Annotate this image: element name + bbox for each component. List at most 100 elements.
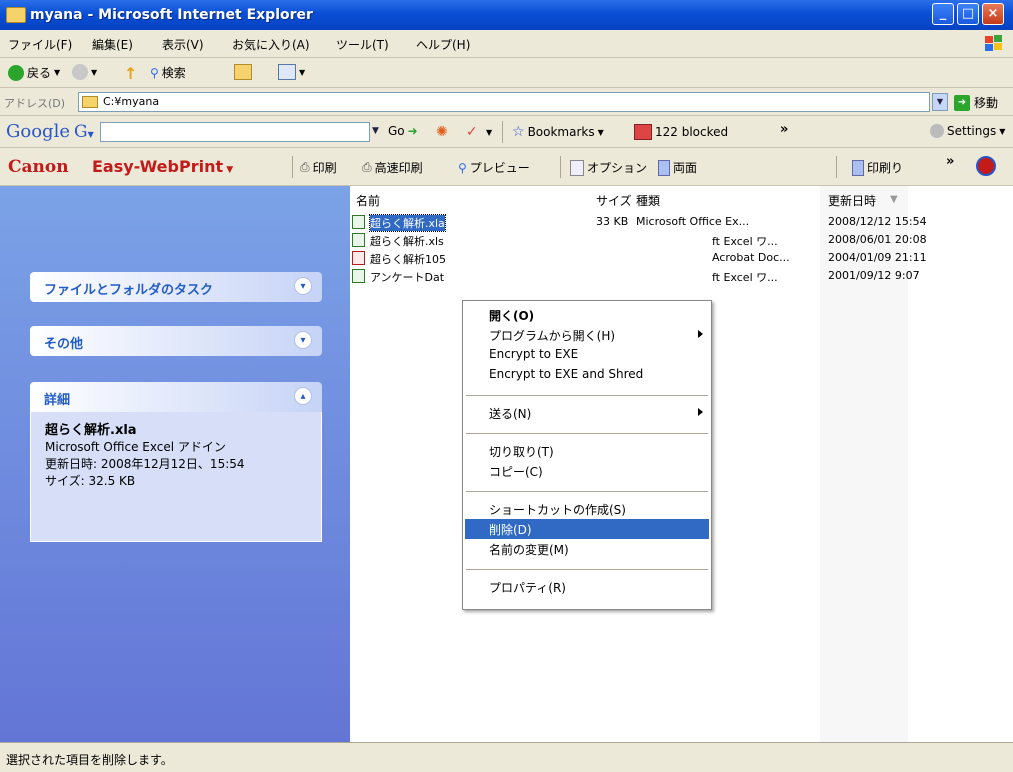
spellcheck-icon[interactable]: ✓ — [466, 124, 478, 140]
settings-button[interactable]: Settings ▼ — [930, 124, 1005, 138]
up-folder-button[interactable]: ↑ — [124, 64, 137, 83]
menu-tools[interactable]: ツール(T) — [336, 36, 389, 53]
print-trim-label: 印刷り — [867, 161, 904, 175]
other-places-header[interactable]: その他 ▾ — [30, 326, 322, 356]
print-trim-button[interactable]: 印刷り — [852, 159, 903, 176]
title-bar[interactable]: myana - Microsoft Internet Explorer _ □ … — [0, 0, 1013, 30]
menu-item-rename[interactable]: 名前の変更(M) — [465, 539, 709, 559]
menu-help[interactable]: ヘルプ(H) — [416, 36, 470, 53]
menu-item-open[interactable]: 開く(O) — [465, 305, 709, 325]
fast-print-label: 高速印刷 — [374, 161, 423, 175]
forward-button[interactable]: ▼ — [72, 64, 97, 80]
easy-webprint-dropdown-icon: ▼ — [223, 165, 234, 175]
collapse-chevron-icon[interactable]: ▴ — [294, 387, 312, 405]
options-icon — [570, 159, 584, 176]
menu-edit[interactable]: 編集(E) — [92, 36, 133, 53]
search-button[interactable]: ⚲ 検索 — [150, 64, 186, 81]
google-search-dropdown-icon[interactable]: ▼ — [372, 126, 379, 136]
column-header-name[interactable]: 名前 — [356, 192, 380, 209]
more-chevron-icon[interactable]: » — [780, 122, 788, 137]
menu-separator — [466, 433, 708, 434]
menu-separator — [466, 491, 708, 492]
standard-toolbar: 戻る ▼ ▼ ↑ ⚲ 検索 ▼ — [0, 58, 1013, 88]
file-modified: 2008/06/01 20:08 — [828, 233, 927, 246]
options-label: オプション — [587, 161, 648, 175]
menu-file[interactable]: ファイル(F) — [8, 36, 72, 53]
folders-button[interactable] — [234, 64, 252, 80]
canon-toolbar: Canon Easy-WebPrint ▼ ⎙ 印刷 ⎙ 高速印刷 ⚲ プレビュ… — [0, 148, 1013, 186]
bookmarks-button[interactable]: ☆ Bookmarks ▼ — [512, 124, 604, 140]
context-menu: 開く(O) プログラムから開く(H) Encrypt to EXE Encryp… — [462, 300, 712, 610]
easy-webprint-label: Easy-WebPrint — [92, 157, 224, 176]
popup-blocker-button[interactable]: 122 blocked — [634, 124, 728, 140]
fast-print-button[interactable]: ⎙ 高速印刷 — [362, 159, 423, 176]
file-name: 超らく解析.xla — [369, 214, 446, 232]
print-label: 印刷 — [312, 161, 337, 175]
google-go-button[interactable]: Go ➜ — [388, 124, 418, 138]
file-type: Acrobat Doc... — [712, 251, 790, 264]
menu-item-delete[interactable]: 削除(D) — [465, 519, 709, 539]
spellcheck-dropdown-icon[interactable]: ▼ — [486, 128, 492, 137]
menu-item-label: 送る(N) — [489, 407, 532, 421]
table-row[interactable]: アンケートDat ft Excel ワ... 2001/09/12 9:07 — [350, 267, 1013, 285]
expand-chevron-icon[interactable]: ▾ — [294, 331, 312, 349]
forward-arrow-icon — [72, 64, 88, 80]
google-search-input[interactable] — [100, 122, 370, 142]
menu-item-encrypt[interactable]: Encrypt to EXE — [465, 345, 709, 365]
preview-button[interactable]: ⚲ プレビュー — [458, 159, 530, 176]
table-row[interactable]: 超らく解析105 Acrobat Doc... 2004/01/09 21:11 — [350, 249, 1013, 267]
menu-item-send-to[interactable]: 送る(N) — [465, 403, 709, 423]
google-menu-button[interactable]: G▼ — [74, 122, 94, 142]
toolbar-separator — [292, 156, 293, 178]
google-g-label: G — [74, 122, 88, 142]
views-icon — [278, 64, 296, 80]
expand-chevron-icon[interactable]: ▾ — [294, 277, 312, 295]
easy-webprint-menu[interactable]: Easy-WebPrint ▼ — [92, 157, 233, 176]
address-input[interactable]: C:¥myana — [78, 92, 930, 112]
table-row[interactable]: 超らく解析.xla 33 KB Microsoft Office Ex... 2… — [350, 213, 1013, 232]
address-value: C:¥myana — [103, 95, 160, 108]
more-chevron-icon[interactable]: » — [946, 154, 954, 169]
menu-item-create-shortcut[interactable]: ショートカットの作成(S) — [465, 499, 709, 519]
file-folder-tasks-header[interactable]: ファイルとフォルダのタスク ▾ — [30, 272, 322, 302]
views-button[interactable]: ▼ — [278, 64, 305, 80]
menu-item-copy[interactable]: コピー(C) — [465, 461, 709, 481]
google-toolbar: Google G▼ ▼ Go ➜ ✺ ✓ ▼ ☆ Bookmarks ▼ 122… — [0, 116, 1013, 148]
star-icon: ☆ — [512, 124, 525, 140]
go-arrow-icon: ➜ — [954, 94, 970, 111]
back-dropdown-icon: ▼ — [54, 68, 61, 77]
pagerank-icon[interactable]: ✺ — [436, 124, 448, 140]
options-button[interactable]: オプション — [570, 159, 647, 176]
file-folder-tasks-title: ファイルとフォルダのタスク — [44, 283, 214, 298]
details-file-type: Microsoft Office Excel アドイン — [45, 440, 226, 454]
go-label: 移動 — [974, 96, 999, 110]
details-title: 詳細 — [44, 393, 71, 408]
print-button[interactable]: ⎙ 印刷 — [300, 159, 337, 176]
column-header-modified[interactable]: 更新日時 — [828, 192, 876, 209]
excel-file-icon — [352, 269, 365, 283]
details-header[interactable]: 詳細 ▴ — [30, 382, 322, 412]
menu-item-encrypt-shred[interactable]: Encrypt to EXE and Shred — [465, 365, 709, 385]
bookmarks-dropdown-icon: ▼ — [597, 127, 604, 137]
table-row[interactable]: 超らく解析.xls ft Excel ワ... 2008/06/01 20:08 — [350, 231, 1013, 249]
go-button[interactable]: ➜ 移動 — [954, 94, 998, 111]
menu-item-label: 削除(D) — [489, 523, 532, 537]
settings-icon — [930, 124, 944, 138]
settings-label: Settings — [947, 124, 997, 138]
menu-item-properties[interactable]: プロパティ(R) — [465, 577, 709, 597]
column-header-size[interactable]: サイズ — [596, 192, 632, 209]
back-button[interactable]: 戻る ▼ — [8, 64, 60, 81]
close-button[interactable]: × — [982, 3, 1004, 25]
canon-logo: Canon — [8, 157, 69, 177]
maximize-button[interactable]: □ — [957, 3, 979, 25]
minimize-button[interactable]: _ — [932, 3, 954, 25]
canon-help-icon[interactable] — [976, 156, 996, 176]
menu-favorites[interactable]: お気に入り(A) — [232, 36, 310, 53]
menu-item-cut[interactable]: 切り取り(T) — [465, 441, 709, 461]
column-header-type[interactable]: 種類 — [636, 192, 660, 209]
duplex-button[interactable]: 両面 — [658, 159, 697, 176]
address-dropdown-button[interactable]: ▼ — [932, 93, 948, 111]
menu-view[interactable]: 表示(V) — [162, 36, 204, 53]
menu-item-open-with[interactable]: プログラムから開く(H) — [465, 325, 709, 345]
menu-item-label: コピー(C) — [489, 465, 543, 479]
